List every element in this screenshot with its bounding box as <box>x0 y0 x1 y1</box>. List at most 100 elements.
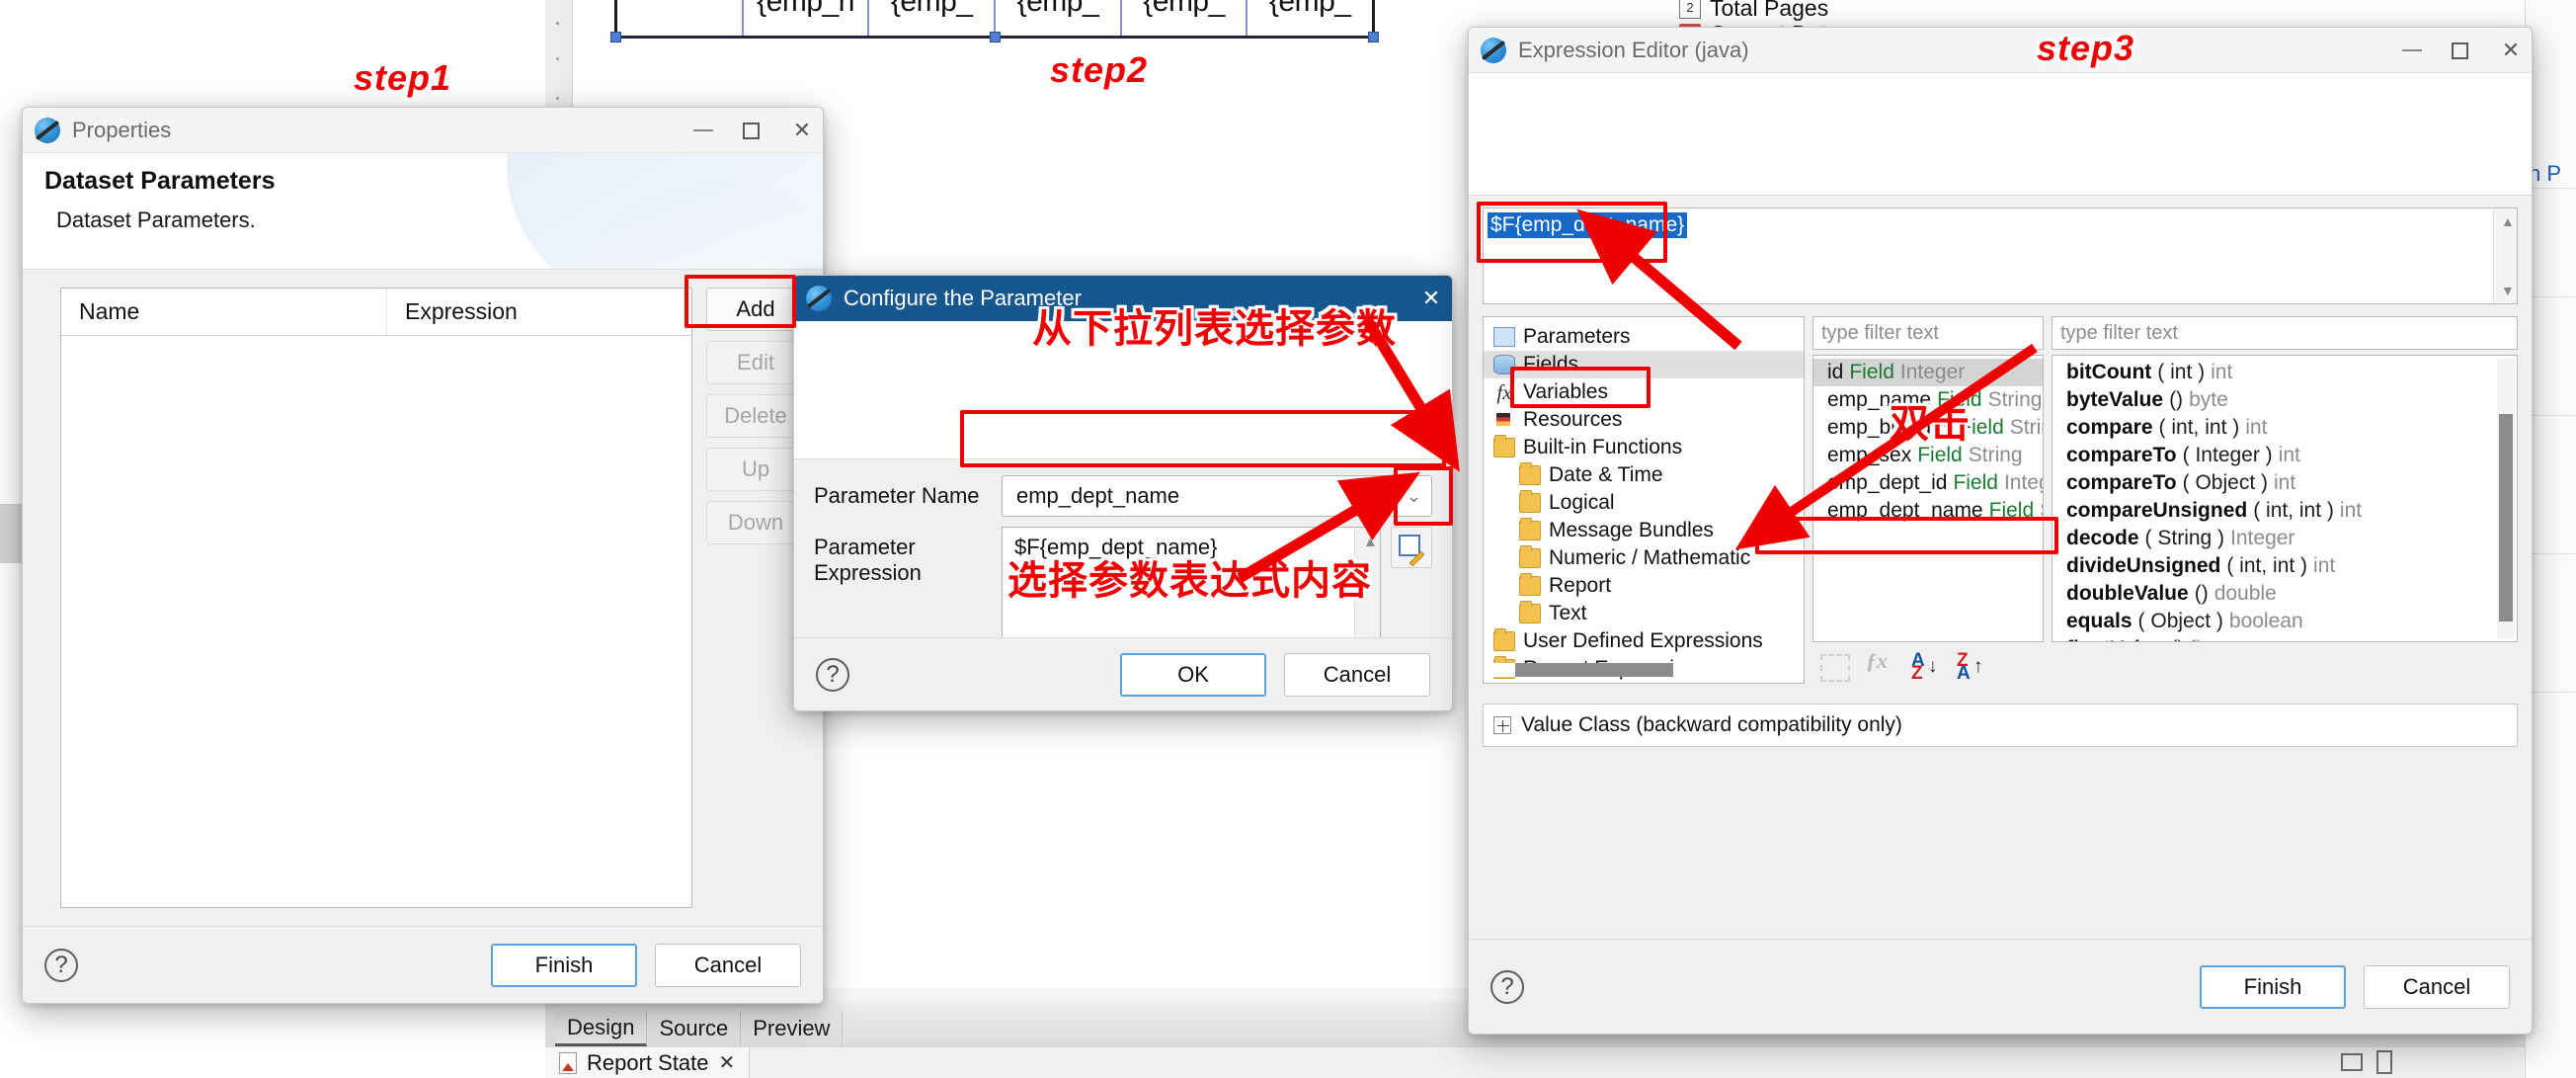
expression-text-area[interactable]: $F{emp_dept_name} ▲ ▼ <box>1483 207 2518 304</box>
field-list-item[interactable]: emp_dept_idFieldInteger <box>1813 469 2043 497</box>
outline-item-total-pages[interactable]: 2 Total Pages <box>1679 0 2005 22</box>
method-list-item[interactable]: byteValue() byte <box>2053 386 2517 414</box>
right-panel-link[interactable]: h P <box>2529 161 2561 187</box>
close-icon[interactable]: ✕ <box>789 120 815 141</box>
expression-scrollbar[interactable]: ▲ ▼ <box>2493 208 2517 303</box>
expand-icon[interactable] <box>1493 716 1511 734</box>
tree-node[interactable]: User Defined Expressions <box>1484 627 1804 655</box>
finish-button[interactable]: Finish <box>491 943 637 987</box>
tree-node-label: Variables <box>1523 380 1608 403</box>
methods-list-pane[interactable]: bitCount( int ) int byteValue() byte compare… <box>2052 355 2518 642</box>
chevron-down-icon[interactable]: ⌄ <box>1407 486 1421 507</box>
up-button[interactable]: Up <box>706 448 805 491</box>
cancel-button[interactable]: Cancel <box>2364 964 2510 1009</box>
method-list-item[interactable]: doubleValue() double <box>2053 580 2517 608</box>
tree-node[interactable]: Parameters <box>1484 323 1804 351</box>
band-cell[interactable]: {emp_n <box>742 0 869 38</box>
maximize-icon[interactable] <box>743 122 760 139</box>
help-icon[interactable]: ? <box>816 657 849 692</box>
method-list-item[interactable]: equals( Object ) boolean <box>2053 608 2517 635</box>
finish-button[interactable]: Finish <box>2200 964 2346 1009</box>
add-button[interactable]: Add <box>706 288 805 331</box>
tree-horizontal-scrollbar[interactable] <box>1488 663 1800 677</box>
field-kind: Field <box>1988 499 2035 522</box>
expression-editor-dialog: Expression Editor (java) ✕ Expression Ed… <box>1468 27 2533 1035</box>
sort-az-icon[interactable]: A Z ↓ <box>1911 651 1941 683</box>
minimize-view-icon[interactable] <box>2341 1053 2363 1071</box>
methods-filter-input[interactable]: type filter text <box>2052 316 2518 350</box>
help-icon[interactable]: ? <box>44 948 78 982</box>
sort-za-icon[interactable]: Z A ↑ <box>1957 651 1986 683</box>
resize-handle[interactable] <box>990 32 1001 42</box>
tree-node[interactable]: fx Variables <box>1484 378 1804 406</box>
method-list-item[interactable]: compare( int, int ) int <box>2053 414 2517 442</box>
properties-dialog-header: Dataset Parameters Dataset Parameters. <box>23 153 823 270</box>
insert-parameter-icon[interactable] <box>1820 654 1850 682</box>
tree-node[interactable]: Fields <box>1484 351 1804 378</box>
tab-source[interactable]: Source <box>647 1011 742 1046</box>
close-icon[interactable]: ✕ <box>2498 40 2524 61</box>
help-icon[interactable]: ? <box>1490 969 1524 1004</box>
method-name: doubleValue <box>2066 582 2189 605</box>
close-icon[interactable]: ✕ <box>719 1050 736 1075</box>
maximize-icon[interactable] <box>2452 41 2468 59</box>
method-return-type: float <box>2190 637 2229 641</box>
tree-node-label: Text <box>1549 602 1587 624</box>
maximize-view-icon[interactable] <box>2376 1050 2392 1074</box>
parameters-table[interactable]: Name Expression <box>60 288 692 908</box>
resize-handle[interactable] <box>610 32 621 42</box>
minimize-icon[interactable] <box>693 129 713 131</box>
tree-node[interactable]: Text <box>1484 600 1804 627</box>
method-list-item[interactable]: divideUnsigned( int, int ) int <box>2053 552 2517 580</box>
tree-node[interactable]: Date & Time <box>1484 461 1804 489</box>
tree-node[interactable]: ⌄Built-in Functions <box>1484 434 1804 461</box>
method-list-item[interactable]: compareTo( Object ) int <box>2053 469 2517 497</box>
cancel-button[interactable]: Cancel <box>655 943 801 987</box>
method-list-item[interactable]: compareUnsigned( int, int ) int <box>2053 497 2517 525</box>
delete-button[interactable]: Delete <box>706 394 805 438</box>
minimize-icon[interactable] <box>2402 49 2422 51</box>
resize-handle[interactable] <box>1368 32 1379 42</box>
ok-button[interactable]: OK <box>1120 652 1266 697</box>
tree-node[interactable]: Message Bundles <box>1484 517 1804 544</box>
field-list-item[interactable]: id Field Integer <box>1813 359 2043 386</box>
folder-icon <box>1519 490 1541 513</box>
band-cell[interactable]: {emp_ <box>1247 0 1376 38</box>
folder-icon <box>1519 545 1541 568</box>
field-list-item[interactable]: emp_dept_nameField Strin <box>1813 497 2043 525</box>
tree-node[interactable]: Numeric / Mathematic <box>1484 544 1804 572</box>
band-cell[interactable]: {emp_ <box>995 0 1121 38</box>
band-cell[interactable]: {emp_ <box>1120 0 1248 38</box>
properties-dialog-footer: ? Finish Cancel <box>23 926 823 1003</box>
method-return-type: double <box>2214 582 2277 605</box>
tree-node[interactable]: Report <box>1484 572 1804 600</box>
parameters-icon <box>1493 327 1515 347</box>
scroll-up-icon[interactable]: ▲ <box>2501 213 2515 229</box>
tree-node[interactable]: Resources <box>1484 406 1804 434</box>
close-icon[interactable]: ✕ <box>1418 288 1444 309</box>
view-tab-report-state[interactable]: Report State ✕ <box>545 1046 751 1078</box>
parameter-name-value: emp_dept_name <box>1016 483 1180 508</box>
parameter-name-select[interactable]: emp_dept_name ⌄ <box>1002 475 1432 517</box>
open-expression-editor-button[interactable] <box>1391 527 1432 568</box>
field-name: emp_dept_id <box>1827 471 1948 494</box>
insert-function-icon[interactable]: ƒx <box>1866 650 1895 682</box>
method-list-item[interactable]: decode( String ) Integer <box>2053 525 2517 552</box>
method-list-item[interactable]: compareTo( Integer ) int <box>2053 442 2517 469</box>
value-class-section[interactable]: Value Class (backward compatibility only… <box>1483 704 2518 747</box>
category-tree[interactable]: Parameters Fields fx Variables Resources ⌄Bui… <box>1483 316 1805 684</box>
edit-button[interactable]: Edit <box>706 341 805 384</box>
method-list-item[interactable]: bitCount( int ) int <box>2053 359 2517 386</box>
down-button[interactable]: Down <box>706 501 805 544</box>
tab-preview[interactable]: Preview <box>741 1011 844 1046</box>
fields-filter-input[interactable]: type filter text <box>1812 316 2044 350</box>
band-cell[interactable]: {emp_ <box>868 0 996 38</box>
tab-design[interactable]: Design <box>555 1011 648 1046</box>
tree-node-label: Message Bundles <box>1549 519 1714 541</box>
cancel-button[interactable]: Cancel <box>1284 652 1430 697</box>
tree-node[interactable]: Logical <box>1484 489 1804 517</box>
methods-scrollbar[interactable] <box>2497 359 2515 638</box>
scroll-down-icon[interactable]: ▼ <box>2501 283 2515 298</box>
band-cell[interactable] <box>614 0 743 38</box>
method-list-item[interactable]: floatValue () float <box>2053 635 2517 641</box>
